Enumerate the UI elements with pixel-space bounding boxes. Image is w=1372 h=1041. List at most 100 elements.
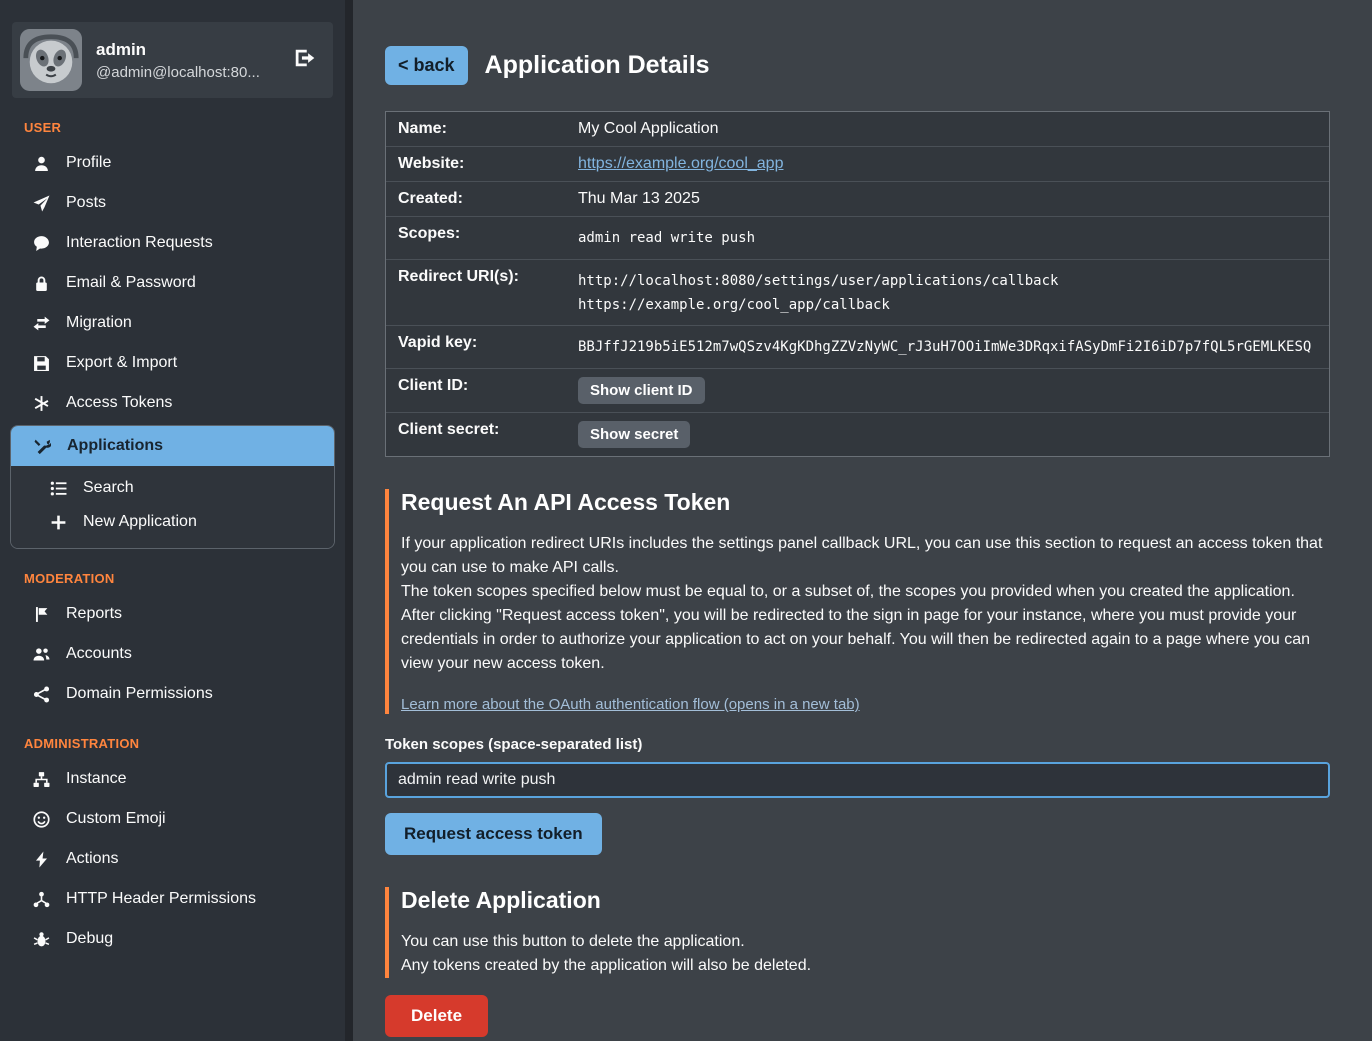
delete-line-2: Any tokens created by the application wi… — [401, 954, 1330, 978]
user-icon — [32, 155, 51, 172]
sidebar-item-actions[interactable]: Actions — [10, 839, 335, 879]
lock-icon — [32, 275, 51, 292]
page-header: < back Application Details — [385, 46, 1330, 85]
sidebar-item-new-application[interactable]: New Application — [11, 505, 334, 539]
detail-label: Website: — [386, 147, 578, 181]
detail-label: Redirect URI(s): — [386, 260, 578, 294]
sidebar-item-label: Debug — [66, 930, 113, 948]
show-client-id-button[interactable]: Show client ID — [578, 377, 705, 404]
table-row-client-secret: Client secret: Show secret — [386, 412, 1329, 456]
users-icon — [32, 646, 51, 663]
smile-icon — [32, 811, 51, 828]
sidebar-item-label: Profile — [66, 154, 111, 172]
token-form: Token scopes (space-separated list) Requ… — [385, 736, 1330, 855]
detail-label: Client secret: — [386, 413, 578, 447]
network-icon — [32, 891, 51, 908]
sidebar-item-profile[interactable]: Profile — [10, 143, 335, 183]
sidebar-item-access-tokens[interactable]: Access Tokens — [10, 383, 335, 423]
user-handle: @admin@localhost:80... — [96, 64, 275, 81]
detail-label: Scopes: — [386, 217, 578, 251]
main-content: < back Application Details Name: My Cool… — [353, 0, 1372, 1041]
website-link[interactable]: https://example.org/cool_app — [578, 155, 783, 172]
plus-icon — [49, 514, 68, 531]
sign-out-icon[interactable] — [289, 43, 319, 78]
sidebar-item-instance[interactable]: Instance — [10, 759, 335, 799]
token-paragraph-2: The token scopes specified below must be… — [401, 580, 1330, 604]
asterisk-icon — [32, 395, 51, 412]
token-section: Request An API Access Token If your appl… — [385, 489, 1330, 855]
table-row-name: Name: My Cool Application — [386, 112, 1329, 146]
oauth-docs-link[interactable]: Learn more about the OAuth authenticatio… — [401, 696, 860, 713]
sidebar-item-label: Email & Password — [66, 274, 196, 292]
sidebar-item-label: Posts — [66, 194, 106, 212]
token-paragraph-3: After clicking "Request access token", y… — [401, 604, 1330, 676]
sidebar-item-label: Search — [83, 479, 134, 497]
delete-section-text: Delete Application You can use this butt… — [385, 887, 1330, 978]
application-details-table: Name: My Cool Application Website: https… — [385, 111, 1330, 457]
sidebar-item-custom-emoji[interactable]: Custom Emoji — [10, 799, 335, 839]
sidebar-item-debug[interactable]: Debug — [10, 919, 335, 959]
app-layout: admin @admin@localhost:80... USER Profil… — [0, 0, 1372, 1041]
sidebar-item-domain-permissions[interactable]: Domain Permissions — [10, 674, 335, 714]
bolt-icon — [32, 851, 51, 868]
sidebar-item-label: New Application — [83, 513, 197, 531]
sidebar-item-search[interactable]: Search — [11, 471, 334, 505]
token-scopes-input[interactable] — [385, 762, 1330, 798]
sidebar-item-label: Applications — [67, 437, 163, 455]
sidebar-item-label: Access Tokens — [66, 394, 172, 412]
delete-section: Delete Application You can use this butt… — [385, 887, 1330, 1037]
redirect-uri-2: https://example.org/cool_app/callback — [578, 294, 1317, 318]
detail-value: https://example.org/cool_app — [578, 147, 1329, 181]
sidebar-item-email-password[interactable]: Email & Password — [10, 263, 335, 303]
show-secret-button[interactable]: Show secret — [578, 421, 690, 448]
detail-value: My Cool Application — [578, 112, 1329, 146]
token-scopes-label: Token scopes (space-separated list) — [385, 736, 1330, 753]
user-meta: admin @admin@localhost:80... — [96, 40, 275, 81]
sidebar-item-applications[interactable]: Applications — [11, 426, 334, 466]
sidebar-item-interaction-requests[interactable]: Interaction Requests — [10, 223, 335, 263]
sitemap-icon — [32, 771, 51, 788]
token-paragraph-1: If your application redirect URIs includ… — [401, 532, 1330, 580]
nav-section-label-user: USER — [24, 120, 335, 135]
delete-line-1: You can use this button to delete the ap… — [401, 930, 1330, 954]
back-button[interactable]: < back — [385, 46, 468, 85]
sidebar-item-label: Custom Emoji — [66, 810, 166, 828]
detail-label: Vapid key: — [386, 326, 578, 360]
list-icon — [49, 480, 68, 497]
user-name: admin — [96, 40, 275, 60]
sidebar: admin @admin@localhost:80... USER Profil… — [0, 0, 345, 1041]
table-row-client-id: Client ID: Show client ID — [386, 368, 1329, 412]
share-nodes-icon — [32, 686, 51, 703]
applications-submenu: Search New Application — [11, 466, 334, 548]
request-access-token-button[interactable]: Request access token — [385, 813, 602, 855]
token-section-title: Request An API Access Token — [401, 489, 1330, 516]
sidebar-item-accounts[interactable]: Accounts — [10, 634, 335, 674]
table-row-created: Created: Thu Mar 13 2025 — [386, 181, 1329, 216]
redirect-uri-1: http://localhost:8080/settings/user/appl… — [578, 270, 1317, 294]
delete-button[interactable]: Delete — [385, 995, 488, 1037]
bug-icon — [32, 931, 51, 948]
sidebar-item-label: Migration — [66, 314, 132, 332]
sidebar-item-reports[interactable]: Reports — [10, 594, 335, 634]
detail-value: Thu Mar 13 2025 — [578, 182, 1329, 216]
flag-icon — [32, 606, 51, 623]
tools-icon — [33, 438, 52, 455]
sidebar-item-migration[interactable]: Migration — [10, 303, 335, 343]
arrows-left-right-icon — [32, 315, 51, 332]
sidebar-item-label: Export & Import — [66, 354, 177, 372]
detail-value: http://localhost:8080/settings/user/appl… — [578, 260, 1329, 326]
table-row-website: Website: https://example.org/cool_app — [386, 146, 1329, 181]
sidebar-item-posts[interactable]: Posts — [10, 183, 335, 223]
avatar — [20, 29, 82, 91]
sidebar-item-http-header-permissions[interactable]: HTTP Header Permissions — [10, 879, 335, 919]
sidebar-item-label: HTTP Header Permissions — [66, 890, 256, 908]
sidebar-item-export-import[interactable]: Export & Import — [10, 343, 335, 383]
detail-value: Show secret — [578, 413, 1329, 456]
sidebar-item-label: Reports — [66, 605, 122, 623]
user-card[interactable]: admin @admin@localhost:80... — [12, 22, 333, 98]
detail-label: Created: — [386, 182, 578, 216]
floppy-icon — [32, 355, 51, 372]
sidebar-item-label: Interaction Requests — [66, 234, 213, 252]
detail-label: Name: — [386, 112, 578, 146]
detail-value: admin read write push — [578, 217, 1329, 259]
